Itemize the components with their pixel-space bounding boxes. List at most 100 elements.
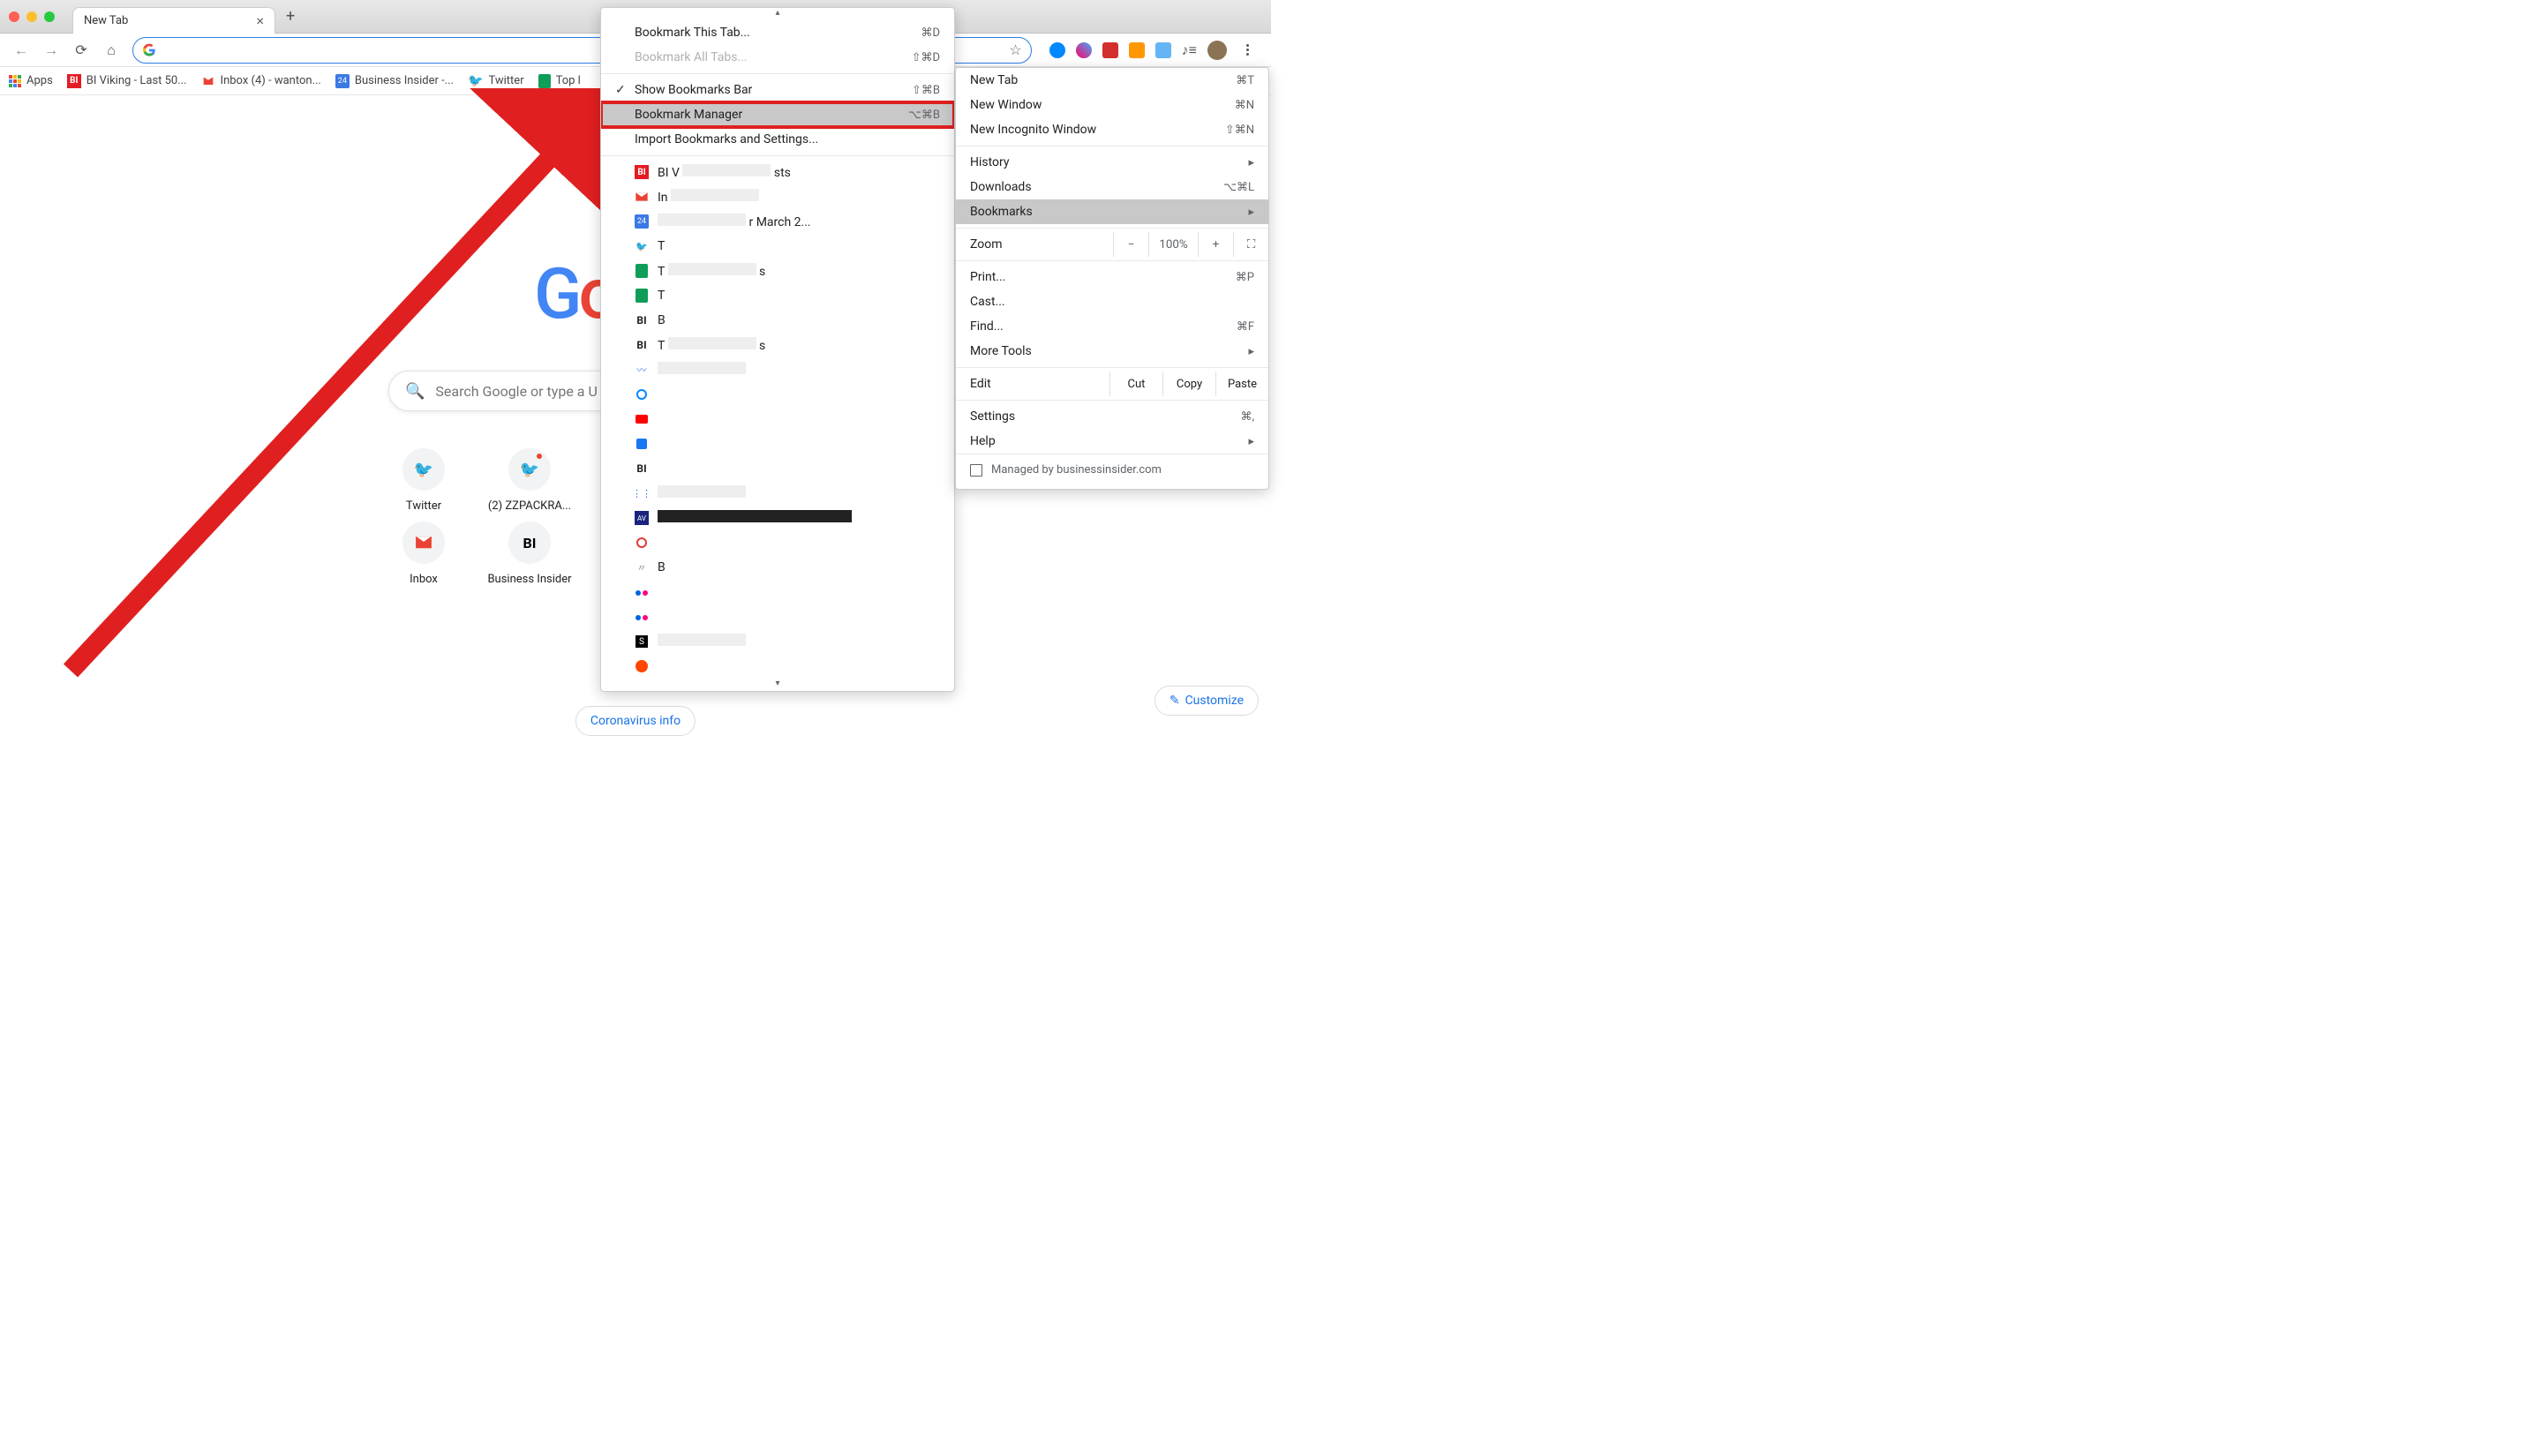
extension-icon[interactable] (1155, 42, 1171, 58)
bookmark-list-item[interactable]: S (601, 629, 954, 654)
bookmark-list-item[interactable]: 〰 (601, 357, 954, 382)
bookmark-list-item[interactable]: T s (601, 259, 954, 283)
bookmark-list-item[interactable]: BIBI V sts (601, 160, 954, 184)
extension-icon[interactable] (1102, 42, 1118, 58)
extension-icon[interactable] (1049, 42, 1065, 58)
shortcut-tile[interactable]: Inbox (375, 522, 472, 586)
browser-tab[interactable]: New Tab × (72, 7, 275, 34)
customize-button[interactable]: ✎ Customize (1154, 686, 1259, 716)
menu-help[interactable]: Help▸ (956, 429, 1268, 454)
cut-button[interactable]: Cut (1109, 372, 1162, 396)
bookmark-list-item[interactable]: BIB (601, 308, 954, 333)
bookmark-this-tab-item[interactable]: Bookmark This Tab... ⌘D (601, 20, 954, 45)
bookmark-item[interactable]: Inbox (4) - wanton... (201, 74, 321, 88)
menu-cast[interactable]: Cast... (956, 289, 1268, 314)
bookmark-list-item[interactable]: In (601, 184, 954, 209)
extension-icon[interactable] (1129, 42, 1145, 58)
favicon-icon (635, 536, 649, 550)
tile-icon: BI (508, 522, 551, 564)
paste-button[interactable]: Paste (1215, 372, 1268, 396)
menu-shortcut: ⌘P (1236, 271, 1254, 284)
bookmark-list-item[interactable]: 〃B (601, 555, 954, 580)
bookmark-list-item[interactable] (601, 382, 954, 407)
shortcut-tile[interactable]: BI Business Insider (481, 522, 578, 586)
apps-shortcut[interactable]: Apps (9, 74, 53, 87)
bookmark-list-item[interactable]: AV (601, 506, 954, 530)
menu-new-window[interactable]: New Window⌘N (956, 93, 1268, 117)
favicon-icon: BI (635, 313, 649, 327)
bookmark-item[interactable]: BI BI Viking - Last 50... (67, 74, 187, 88)
managed-by-notice: Managed by businessinsider.com (956, 454, 1268, 485)
bookmark-manager-item[interactable]: Bookmark Manager ⌥⌘B (601, 102, 954, 127)
tile-icon: 🐦 (508, 448, 551, 491)
import-bookmarks-item[interactable]: Import Bookmarks and Settings... (601, 127, 954, 152)
shortcut-tile[interactable]: 🐦 (2) ZZPACKRA... (481, 448, 578, 513)
new-tab-button[interactable]: + (282, 4, 298, 29)
menu-bookmarks[interactable]: Bookmarks▸ (956, 199, 1268, 224)
window-controls (9, 11, 55, 22)
bookmark-list-item[interactable] (601, 432, 954, 456)
bookmark-star-icon[interactable]: ☆ (1009, 41, 1021, 58)
menu-new-incognito[interactable]: New Incognito Window⇧⌘N (956, 117, 1268, 142)
scroll-up-indicator[interactable]: ▴ (601, 8, 954, 20)
maximize-window-button[interactable] (44, 11, 55, 22)
menu-label: Zoom (956, 237, 1113, 251)
menu-more-tools[interactable]: More Tools▸ (956, 339, 1268, 364)
tile-label: Twitter (406, 499, 441, 513)
back-button[interactable]: ← (9, 38, 34, 63)
fullscreen-button[interactable]: ⛶ (1233, 232, 1268, 257)
menu-find[interactable]: Find...⌘F (956, 314, 1268, 339)
bookmark-label: Business Insider -... (355, 74, 454, 87)
favicon-icon (635, 437, 649, 451)
bookmark-list-item[interactable] (601, 530, 954, 555)
reload-button[interactable]: ⟳ (69, 38, 94, 63)
apps-icon (9, 75, 21, 87)
menu-history[interactable]: History▸ (956, 150, 1268, 175)
bookmark-item[interactable]: Top l (538, 74, 581, 88)
bookmark-list-item[interactable] (601, 654, 954, 679)
menu-label: History (970, 155, 1010, 169)
building-icon (970, 464, 982, 477)
scroll-down-indicator[interactable]: ▾ (601, 679, 954, 691)
bookmark-list-item[interactable]: BI (601, 456, 954, 481)
bookmark-list-item[interactable] (601, 580, 954, 604)
pencil-icon: ✎ (1169, 694, 1180, 708)
bookmark-list-item[interactable] (601, 604, 954, 629)
forward-button[interactable]: → (39, 38, 64, 63)
menu-downloads[interactable]: Downloads⌥⌘L (956, 175, 1268, 199)
menu-label: Bookmark Manager (635, 108, 899, 122)
bookmarks-submenu: ▴ Bookmark This Tab... ⌘D Bookmark All T… (600, 7, 955, 692)
shortcut-tile[interactable]: 🐦 Twitter (375, 448, 472, 513)
coronavirus-info-link[interactable]: Coronavirus info (575, 706, 696, 736)
bookmark-list-item[interactable]: ⋮⋮ (601, 481, 954, 506)
menu-settings[interactable]: Settings⌘, (956, 404, 1268, 429)
bookmark-title (658, 634, 940, 649)
minimize-window-button[interactable] (26, 11, 37, 22)
bookmark-item[interactable]: 24 Business Insider -... (335, 74, 454, 88)
bookmark-list-item[interactable] (601, 407, 954, 432)
home-button[interactable]: ⌂ (99, 38, 124, 63)
favicon-icon: ⋮⋮ (635, 486, 649, 500)
zoom-out-button[interactable]: − (1113, 232, 1148, 257)
menu-label: More Tools (970, 344, 1032, 358)
bookmark-list-item[interactable]: 🐦T (601, 234, 954, 259)
extension-icon[interactable] (1076, 42, 1092, 58)
zoom-in-button[interactable]: + (1198, 232, 1233, 257)
bookmark-title (658, 485, 940, 501)
menu-print[interactable]: Print...⌘P (956, 265, 1268, 289)
profile-avatar[interactable] (1207, 41, 1227, 60)
chrome-menu-button[interactable] (1237, 44, 1257, 56)
menu-new-tab[interactable]: New Tab⌘T (956, 68, 1268, 93)
show-bookmarks-bar-item[interactable]: ✓ Show Bookmarks Bar ⇧⌘B (601, 78, 954, 102)
menu-label: Bookmark All Tabs... (635, 50, 903, 64)
chrome-main-menu: New Tab⌘T New Window⌘N New Incognito Win… (955, 67, 1269, 490)
bookmark-list-item[interactable]: 24 r March 2... (601, 209, 954, 234)
favicon-icon (635, 289, 649, 303)
bookmark-item[interactable]: 🐦 Twitter (468, 74, 524, 88)
copy-button[interactable]: Copy (1162, 372, 1215, 396)
tab-close-button[interactable]: × (256, 12, 264, 29)
bookmark-list-item[interactable]: BIT s (601, 333, 954, 357)
bookmark-list-item[interactable]: T (601, 283, 954, 308)
close-window-button[interactable] (9, 11, 19, 22)
media-control-icon[interactable]: ♪≡ (1182, 41, 1197, 59)
